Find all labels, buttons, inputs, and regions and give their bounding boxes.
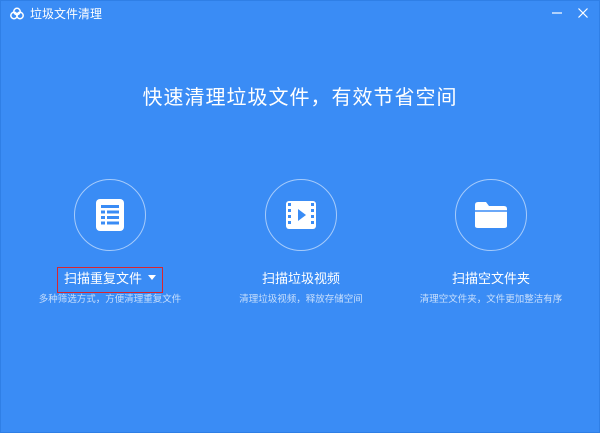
- document-list-icon: [96, 199, 124, 231]
- close-button[interactable]: [572, 2, 594, 24]
- feature-scan-duplicates: 扫描重复文件 多种筛选方式，方便清理重复文件: [10, 179, 210, 319]
- scan-empty-folders-description: 清理空文件夹，文件更加整洁有序: [419, 294, 563, 305]
- chevron-down-icon[interactable]: [148, 275, 156, 280]
- feature-scan-empty-folders: 扫描空文件夹 清理空文件夹，文件更加整洁有序: [391, 179, 591, 319]
- page-headline: 快速清理垃圾文件，有效节省空间: [142, 85, 458, 109]
- scan-duplicates-description: 多种筛选方式，方便清理重复文件: [38, 294, 182, 305]
- feature-scan-videos: 扫描垃圾视频 清理垃圾视频，释放存储空间: [201, 179, 401, 319]
- folder-icon: [475, 202, 507, 228]
- window-title: 垃圾文件清理: [30, 7, 103, 21]
- scan-empty-folders-icon-button[interactable]: [455, 179, 527, 251]
- scan-empty-folders-button[interactable]: 扫描空文件夹: [391, 267, 591, 293]
- scan-duplicates-button[interactable]: 扫描重复文件: [10, 267, 210, 293]
- scan-videos-button[interactable]: 扫描垃圾视频: [201, 267, 401, 293]
- scan-videos-description: 清理垃圾视频，释放存储空间: [239, 294, 363, 305]
- cloud-icon: [9, 6, 25, 22]
- scan-duplicates-icon-button[interactable]: [74, 179, 146, 251]
- minimize-icon: [552, 12, 562, 14]
- scan-empty-folders-label: 扫描空文件夹: [451, 272, 530, 287]
- video-film-icon: [286, 201, 316, 229]
- title-bar[interactable]: 垃圾文件清理: [1, 1, 599, 27]
- app-window: 垃圾文件清理 快速清理垃圾文件，有效节省空间 扫描重复文件 多种筛选方式，方便清…: [0, 0, 600, 433]
- scan-duplicates-label: 扫描重复文件: [63, 272, 142, 287]
- minimize-button[interactable]: [546, 2, 568, 24]
- scan-videos-icon-button[interactable]: [265, 179, 337, 251]
- close-icon: [578, 8, 588, 18]
- scan-videos-label: 扫描垃圾视频: [261, 272, 340, 287]
- scan-duplicates-highlight[interactable]: 扫描重复文件: [56, 267, 163, 293]
